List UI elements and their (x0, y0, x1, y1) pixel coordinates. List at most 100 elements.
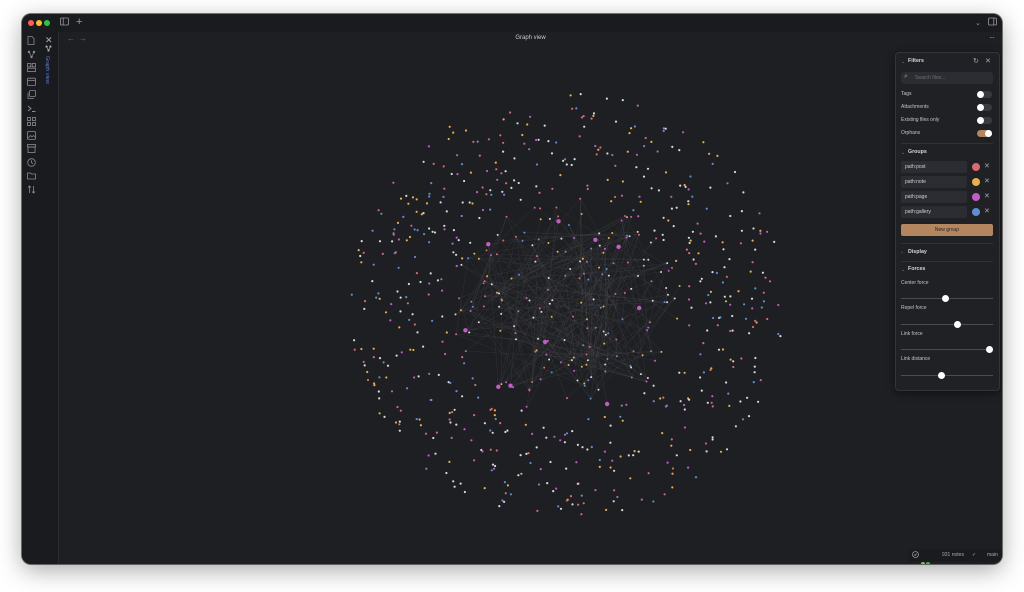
graph-node[interactable] (588, 345, 591, 348)
graph-node[interactable] (727, 392, 730, 395)
graph-node[interactable] (662, 129, 665, 133)
graph-node[interactable] (359, 254, 362, 258)
graph-node[interactable] (441, 340, 444, 343)
graph-node[interactable] (598, 232, 601, 235)
graph-node[interactable] (550, 152, 554, 155)
graph-node[interactable] (670, 444, 673, 447)
group-query-input[interactable]: path:post (901, 161, 967, 173)
graph-node[interactable] (649, 241, 652, 244)
remove-group-icon[interactable]: ✕ (984, 192, 990, 200)
graph-node[interactable] (760, 306, 763, 309)
graph-node[interactable] (423, 233, 426, 236)
graph-node[interactable] (482, 282, 485, 285)
graph-node[interactable] (711, 436, 714, 439)
graph-node[interactable] (385, 376, 388, 379)
graph-node[interactable] (424, 432, 428, 435)
graph-node[interactable] (585, 260, 588, 263)
graph-node[interactable] (577, 503, 580, 506)
graph-node[interactable] (586, 359, 589, 362)
graph-node[interactable] (353, 348, 356, 351)
graph-node[interactable] (553, 435, 556, 438)
graph-node[interactable] (461, 395, 464, 398)
graph-node[interactable] (526, 123, 529, 126)
graph-hub-node[interactable] (463, 328, 468, 333)
graph-node[interactable] (621, 318, 624, 321)
graph-node[interactable] (614, 195, 617, 199)
graph-node[interactable] (471, 377, 474, 380)
graph-node[interactable] (452, 131, 455, 134)
graph-node[interactable] (670, 195, 673, 198)
group-color-swatch[interactable] (972, 193, 980, 201)
graph-node[interactable] (754, 319, 757, 322)
graph-node[interactable] (410, 224, 413, 227)
graph-node[interactable] (578, 135, 581, 138)
graph-node[interactable] (470, 300, 473, 303)
graph-node[interactable] (529, 461, 532, 465)
graph-node[interactable] (630, 366, 633, 369)
graph-node[interactable] (548, 358, 551, 361)
graph-node[interactable] (555, 487, 558, 490)
graph-node[interactable] (723, 266, 726, 269)
graph-node[interactable] (437, 373, 440, 376)
graph-node[interactable] (729, 214, 732, 218)
archive-icon[interactable] (26, 144, 36, 154)
remove-group-icon[interactable]: ✕ (984, 162, 990, 170)
graph-node[interactable] (607, 237, 610, 239)
graph-node[interactable] (604, 333, 607, 336)
forces-heading[interactable]: Forces (908, 266, 925, 272)
graph-node[interactable] (726, 182, 729, 185)
graph-node[interactable] (360, 347, 363, 351)
graph-node[interactable] (495, 168, 498, 171)
graph-node[interactable] (477, 257, 480, 260)
graph-node[interactable] (382, 361, 385, 364)
graph-node[interactable] (590, 376, 593, 379)
swap-icon[interactable] (26, 185, 36, 195)
graph-node[interactable] (389, 319, 392, 322)
graph-node[interactable] (740, 357, 743, 360)
graph-node[interactable] (363, 300, 367, 303)
graph-node[interactable] (619, 455, 622, 458)
graph-node[interactable] (490, 469, 493, 472)
graph-node[interactable] (498, 305, 501, 308)
graph-node[interactable] (601, 273, 604, 276)
graph-node[interactable] (502, 118, 505, 121)
graph-node[interactable] (605, 97, 609, 100)
graph-node[interactable] (411, 313, 414, 316)
graph-node[interactable] (563, 339, 566, 341)
graph-node[interactable] (464, 350, 467, 353)
graph-node[interactable] (539, 218, 542, 221)
graph-node[interactable] (678, 371, 681, 374)
graph-node[interactable] (598, 244, 601, 247)
graph-node[interactable] (537, 138, 540, 141)
graph-node[interactable] (489, 189, 492, 192)
graph-node[interactable] (495, 449, 498, 452)
graph-node[interactable] (498, 292, 500, 295)
graph-node[interactable] (744, 317, 748, 320)
graph-node[interactable] (777, 303, 780, 307)
graph-node[interactable] (445, 471, 448, 475)
graph-node[interactable] (405, 239, 408, 242)
graph-node[interactable] (719, 316, 722, 319)
graph-node[interactable] (676, 317, 679, 320)
graph-node[interactable] (571, 503, 574, 506)
graph-node[interactable] (373, 382, 376, 385)
graph-node[interactable] (572, 315, 574, 318)
graph-node[interactable] (500, 172, 503, 175)
graph-node[interactable] (682, 131, 685, 134)
graph-node[interactable] (537, 337, 539, 340)
graph-node[interactable] (746, 396, 749, 399)
graph-node[interactable] (405, 194, 408, 197)
graph-node[interactable] (671, 145, 674, 148)
filters-heading[interactable]: Filters (908, 58, 924, 64)
graph-node[interactable] (489, 448, 492, 451)
graph-node[interactable] (684, 185, 687, 188)
graph-node[interactable] (470, 439, 473, 442)
graph-node[interactable] (729, 303, 732, 306)
graph-node[interactable] (458, 297, 461, 300)
graph-node[interactable] (620, 219, 623, 222)
graph-node[interactable] (366, 378, 370, 382)
graph-node[interactable] (467, 257, 470, 260)
graph-node[interactable] (556, 250, 559, 253)
graph-node[interactable] (737, 290, 740, 293)
graph-node[interactable] (430, 398, 433, 402)
